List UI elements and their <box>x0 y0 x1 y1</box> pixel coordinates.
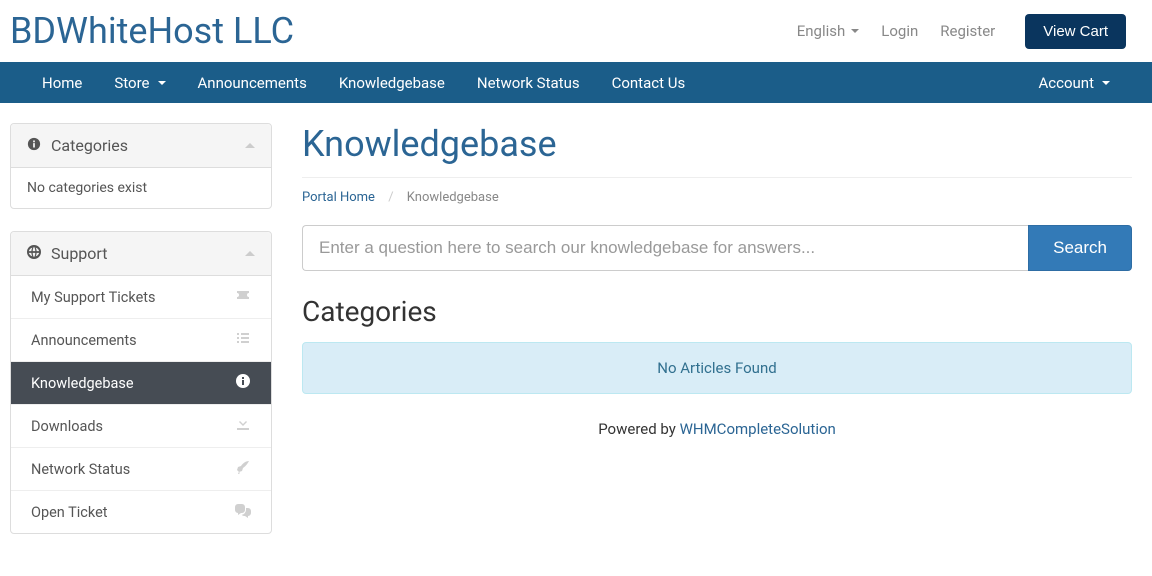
sidebar-item-label: Knowledgebase <box>31 375 134 392</box>
breadcrumb-separator: / <box>388 190 393 205</box>
nav-store[interactable]: Store <box>98 62 181 103</box>
sidebar-item-label: Network Status <box>31 461 130 478</box>
no-categories-text: No categories exist <box>11 168 271 208</box>
nav-home[interactable]: Home <box>26 62 98 103</box>
language-label: English <box>797 22 846 40</box>
nav-announcements[interactable]: Announcements <box>182 62 323 103</box>
sidebar-item-downloads[interactable]: Downloads <box>11 405 271 447</box>
nav-network-status[interactable]: Network Status <box>461 62 596 103</box>
search-input[interactable] <box>302 225 1028 271</box>
nav-store-label: Store <box>114 74 149 92</box>
breadcrumb-home[interactable]: Portal Home <box>302 190 375 205</box>
download-icon <box>235 416 251 436</box>
nav-contact-us[interactable]: Contact Us <box>596 62 702 103</box>
powered-by: Powered by WHMCompleteSolution <box>302 420 1132 438</box>
nav-account-label: Account <box>1038 74 1094 92</box>
sidebar-item-network-status[interactable]: Network Status <box>11 448 271 490</box>
powered-by-text: Powered by <box>598 420 679 438</box>
sidebar-item-label: Open Ticket <box>31 504 108 521</box>
sidebar-item-label: Downloads <box>31 418 103 435</box>
breadcrumb-current: Knowledgebase <box>407 190 499 205</box>
ticket-icon <box>235 287 251 307</box>
categories-section-title: Categories <box>302 295 1132 328</box>
categories-panel-heading[interactable]: Categories <box>11 124 271 168</box>
caret-down-icon <box>158 81 166 85</box>
no-articles-alert: No Articles Found <box>302 342 1132 394</box>
sidebar-item-label: Announcements <box>31 332 137 349</box>
view-cart-button[interactable]: View Cart <box>1025 14 1126 49</box>
chevron-up-icon <box>245 143 255 148</box>
login-link[interactable]: Login <box>881 22 918 40</box>
chevron-up-icon <box>245 251 255 256</box>
caret-down-icon <box>851 29 859 33</box>
language-dropdown[interactable]: English <box>797 22 860 40</box>
caret-down-icon <box>1102 81 1110 85</box>
sidebar-item-tickets[interactable]: My Support Tickets <box>11 276 271 318</box>
categories-panel: Categories No categories exist <box>10 123 272 209</box>
sidebar-item-open-ticket[interactable]: Open Ticket <box>11 491 271 533</box>
support-panel: Support My Support Tickets Announcements… <box>10 231 272 534</box>
chat-icon <box>235 502 251 522</box>
nav-knowledgebase[interactable]: Knowledgebase <box>323 62 461 103</box>
info-icon <box>27 136 41 155</box>
categories-title: Categories <box>51 136 128 155</box>
support-panel-heading[interactable]: Support <box>11 232 271 276</box>
globe-icon <box>27 244 41 263</box>
register-link[interactable]: Register <box>940 22 995 40</box>
nav-account[interactable]: Account <box>1022 62 1126 103</box>
sidebar-item-label: My Support Tickets <box>31 289 156 306</box>
list-icon <box>235 330 251 350</box>
page-title: Knowledgebase <box>302 123 1132 165</box>
rocket-icon <box>235 459 251 479</box>
powered-by-link[interactable]: WHMCompleteSolution <box>680 420 836 438</box>
breadcrumb: Portal Home / Knowledgebase <box>302 177 1132 225</box>
support-title: Support <box>51 244 107 263</box>
search-button[interactable]: Search <box>1028 225 1132 271</box>
sidebar-item-announcements[interactable]: Announcements <box>11 319 271 361</box>
sidebar-item-knowledgebase[interactable]: Knowledgebase <box>11 362 271 404</box>
brand-logo[interactable]: BDWhiteHost LLC <box>10 10 294 52</box>
info-circle-icon <box>235 373 251 393</box>
